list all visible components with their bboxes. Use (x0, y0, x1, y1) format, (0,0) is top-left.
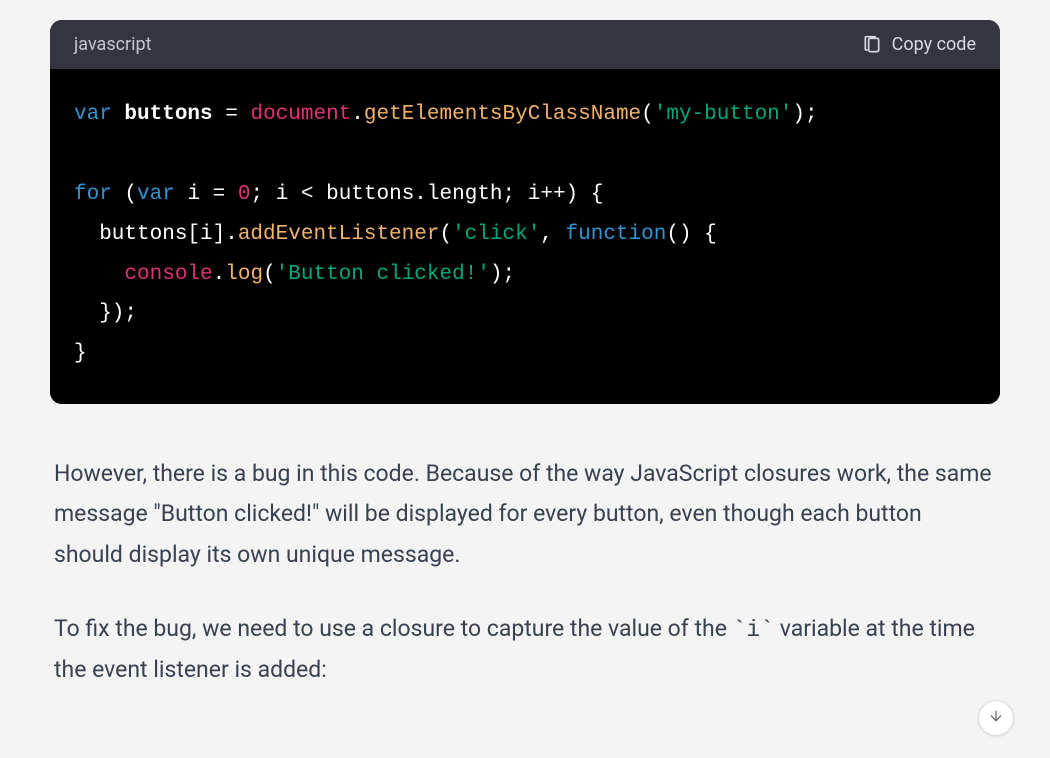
code-language-label: javascript (74, 34, 152, 55)
code-token: i (175, 183, 213, 206)
copy-code-label: Copy code (892, 34, 976, 55)
code-token: var (74, 103, 112, 126)
code-token: , (540, 223, 565, 246)
code-token: ( (641, 103, 654, 126)
scroll-down-button[interactable] (978, 700, 1014, 736)
code-token (74, 263, 124, 286)
code-token: buttons (124, 103, 212, 126)
code-token: }); (74, 302, 137, 325)
paragraph-1: However, there is a bug in this code. Be… (54, 454, 996, 575)
code-token: 'Button clicked!' (276, 263, 490, 286)
code-token: = (213, 183, 238, 206)
code-token: ( (112, 183, 137, 206)
code-block: javascript Copy code var buttons = docum… (50, 20, 1000, 404)
code-token: console (124, 263, 212, 286)
code-token: ); (490, 263, 515, 286)
code-token: () { (666, 223, 716, 246)
paragraph-2: To fix the bug, we need to use a closure… (54, 609, 996, 691)
code-token: ); (792, 103, 817, 126)
inline-code-i: `i` (733, 617, 774, 643)
code-token: function (566, 223, 667, 246)
code-token: ( (439, 223, 452, 246)
code-token: } (74, 342, 87, 365)
code-header: javascript Copy code (50, 20, 1000, 69)
code-token: log (225, 263, 263, 286)
code-token: ( (263, 263, 276, 286)
code-token: 'click' (452, 223, 540, 246)
code-token: ; i < buttons. (250, 183, 426, 206)
paragraph-2a: To fix the bug, we need to use a closure… (54, 615, 733, 642)
code-body: var buttons = document.getElementsByClas… (50, 69, 1000, 404)
clipboard-icon (862, 35, 882, 55)
code-token: addEventListener (238, 223, 440, 246)
code-token: getElementsByClassName (364, 103, 641, 126)
code-token: buttons[i]. (74, 223, 238, 246)
arrow-down-icon (988, 708, 1004, 728)
code-token: . (213, 263, 226, 286)
code-token: = (225, 103, 238, 126)
code-token: ; i++) { (503, 183, 604, 206)
code-token: 'my-button' (654, 103, 793, 126)
code-token: for (74, 183, 112, 206)
code-token: var (137, 183, 175, 206)
code-token: . (351, 103, 364, 126)
code-token: document (250, 103, 351, 126)
explanation-text: However, there is a bug in this code. Be… (50, 454, 1000, 690)
copy-code-button[interactable]: Copy code (862, 34, 976, 55)
code-token: 0 (238, 183, 251, 206)
code-token: length (427, 183, 503, 206)
